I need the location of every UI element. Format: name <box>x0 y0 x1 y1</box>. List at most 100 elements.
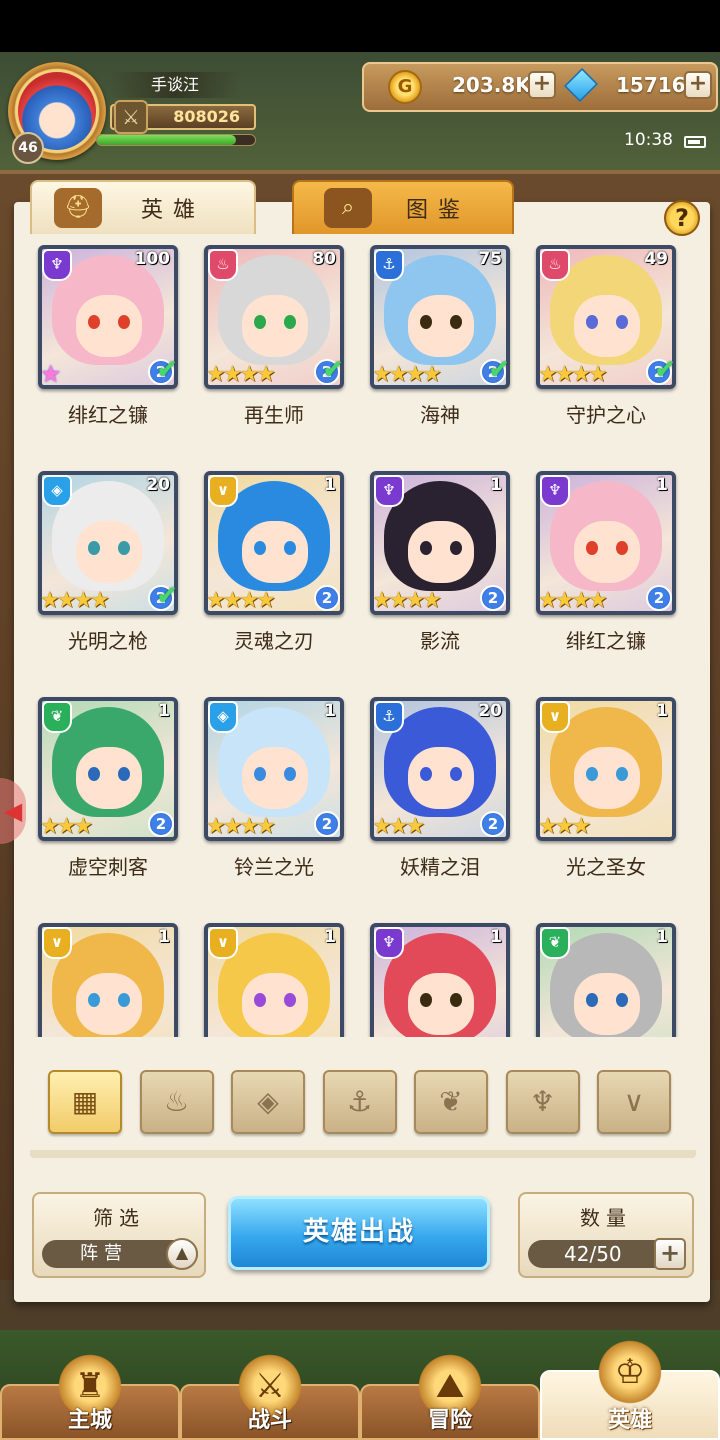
hero-card[interactable]: ♨ 80 ★★★★ 2 ✔ 再生师 <box>204 245 344 427</box>
nature-faction-icon: ❦ <box>42 701 72 733</box>
filter-fire-button[interactable]: ♨ <box>139 1070 214 1134</box>
star-rating: ★★★★ <box>538 362 608 387</box>
hero-card[interactable]: ♆ 1 ★★★★ 2 绯红之镰 <box>536 471 676 653</box>
count-panel: 数量 42/50 + <box>518 1192 694 1278</box>
nature-faction-icon: ❦ <box>540 927 570 959</box>
chevron-up-icon[interactable]: ▲ <box>166 1238 198 1270</box>
hero-face <box>408 747 474 809</box>
hero-level: 49 <box>644 249 668 269</box>
hero-card[interactable]: ♆ 1 ★★★★ 2 影流 <box>370 471 510 653</box>
hero-eye <box>118 315 130 329</box>
hero-card[interactable]: ∨ 1 <box>204 923 344 1037</box>
hero-level: 1 <box>490 475 502 495</box>
hero-name: 光明之枪 <box>68 629 148 653</box>
nav-castle[interactable]: ♜ 主城 <box>0 1350 180 1440</box>
hero-name: 妖精之泪 <box>400 855 480 879</box>
star-rating: ★★★★ <box>538 588 608 613</box>
hero-card[interactable]: ♆ 100 ★ 2 ✔ 绯红之镰 <box>38 245 178 427</box>
add-gold-button[interactable]: + <box>528 71 556 99</box>
hero-eye <box>254 993 266 1007</box>
hero-eye <box>450 993 462 1007</box>
exp-bar-fill <box>97 135 237 145</box>
hero-face <box>574 521 640 583</box>
rank-badge: 2 <box>646 585 672 611</box>
hero-eye <box>88 993 100 1007</box>
hero-eye <box>284 315 296 329</box>
hero-eye <box>616 993 628 1007</box>
hero-card[interactable]: ∨ 1 ★★★ 光之圣女 <box>536 697 676 879</box>
hero-eye <box>586 767 598 781</box>
book-page-edge <box>30 1150 696 1158</box>
wind-faction-icon: ◈ <box>42 475 72 507</box>
gold-coin-icon: G <box>388 70 422 104</box>
hero-name: 虚空刺客 <box>68 855 148 879</box>
filter-dark-button[interactable]: ♆ <box>505 1070 580 1134</box>
status-bar <box>0 0 720 52</box>
hero-eye <box>88 767 100 781</box>
nav-map[interactable]: ⛰ 冒险 <box>360 1350 540 1440</box>
crossed-swords-icon: ⚔ <box>114 100 148 134</box>
deployed-check-icon: ✔ <box>322 355 344 385</box>
hero-card[interactable]: ∨ 1 <box>38 923 178 1037</box>
hero-name: 影流 <box>420 629 460 653</box>
filter-nature-button[interactable]: ❦ <box>414 1070 488 1134</box>
hero-eye <box>420 541 432 555</box>
filter-light-button[interactable]: ∨ <box>597 1070 671 1134</box>
hero-card[interactable]: ❦ 1 <box>536 923 676 1037</box>
hero-eye <box>284 767 296 781</box>
hero-eye <box>254 315 266 329</box>
nav-swords[interactable]: ⚔ 战斗 <box>180 1350 360 1440</box>
deployed-check-icon: ✔ <box>156 355 178 385</box>
hero-level: 1 <box>324 475 336 495</box>
battery-icon <box>684 136 706 148</box>
filter-all-button[interactable]: ▦ <box>48 1070 122 1134</box>
hero-level: 20 <box>146 475 170 495</box>
hero-card[interactable]: ⚓ 75 ★★★★ 2 ✔ 海神 <box>370 245 510 427</box>
rank-badge: 2 <box>314 585 340 611</box>
deployed-check-icon: ✔ <box>654 355 676 385</box>
nav-label: 战斗 <box>247 1408 292 1433</box>
add-gems-button[interactable]: + <box>684 71 712 99</box>
clock: 10:38 <box>624 130 673 150</box>
hero-face <box>76 295 142 357</box>
hero-level: 80 <box>312 249 336 269</box>
hero-face <box>408 973 474 1035</box>
hero-card[interactable]: ∨ 1 ★★★★ 2 灵魂之刃 <box>204 471 344 653</box>
light-faction-icon: ∨ <box>540 701 570 733</box>
hero-eye <box>616 767 628 781</box>
filter-water-button[interactable]: ⚓ <box>322 1070 397 1134</box>
deploy-heroes-button[interactable]: 英雄出战 <box>228 1196 490 1270</box>
hero-level: 1 <box>656 475 668 495</box>
hero-eye <box>284 541 296 555</box>
hero-face <box>574 747 640 809</box>
count-title: 数量 <box>580 1206 632 1230</box>
dark-faction-icon: ♆ <box>374 475 404 507</box>
hero-level: 20 <box>478 701 502 721</box>
help-button[interactable]: ? <box>664 200 700 236</box>
deployed-check-icon: ✔ <box>488 355 510 385</box>
star-rating: ★★★★ <box>206 814 276 839</box>
hero-card[interactable]: ♆ 1 <box>370 923 510 1037</box>
hero-name: 铃兰之光 <box>234 855 314 879</box>
hero-level: 1 <box>324 701 336 721</box>
star-rating: ★★★★ <box>40 588 110 613</box>
light-faction-icon: ∨ <box>42 927 72 959</box>
expand-capacity-button[interactable]: + <box>654 1238 686 1270</box>
hero-card[interactable]: ◈ 20 ★★★★ 2 ✔ 光明之枪 <box>38 471 178 653</box>
gem-value: 15716 <box>616 73 686 97</box>
hero-card[interactable]: ◈ 1 ★★★★ 2 铃兰之光 <box>204 697 344 879</box>
rank-badge: 2 <box>148 811 174 837</box>
hero-level: 1 <box>490 927 502 947</box>
hero-level: 1 <box>656 701 668 721</box>
hero-face <box>76 747 142 809</box>
hero-count: 42/50 + <box>528 1238 686 1270</box>
faction-filter-row: ▦ ♨ ◈ ⚓ ❦ ♆ ∨ <box>48 1070 672 1134</box>
filter-select[interactable]: 阵营 ▲ <box>42 1238 198 1270</box>
tab-heroes[interactable]: ⛑ 英雄 <box>30 180 256 234</box>
tab-gallery[interactable]: ⌕ 图鉴 <box>292 180 514 234</box>
hero-card[interactable]: ⚓ 20 ★★★ 2 妖精之泪 <box>370 697 510 879</box>
hero-card[interactable]: ❦ 1 ★★★ 2 虚空刺客 <box>38 697 178 879</box>
filter-wind-button[interactable]: ◈ <box>231 1070 305 1134</box>
hero-card[interactable]: ♨ 49 ★★★★ 2 ✔ 守护之心 <box>536 245 676 427</box>
nav-helmet[interactable]: ♔ 英雄 <box>540 1336 720 1440</box>
